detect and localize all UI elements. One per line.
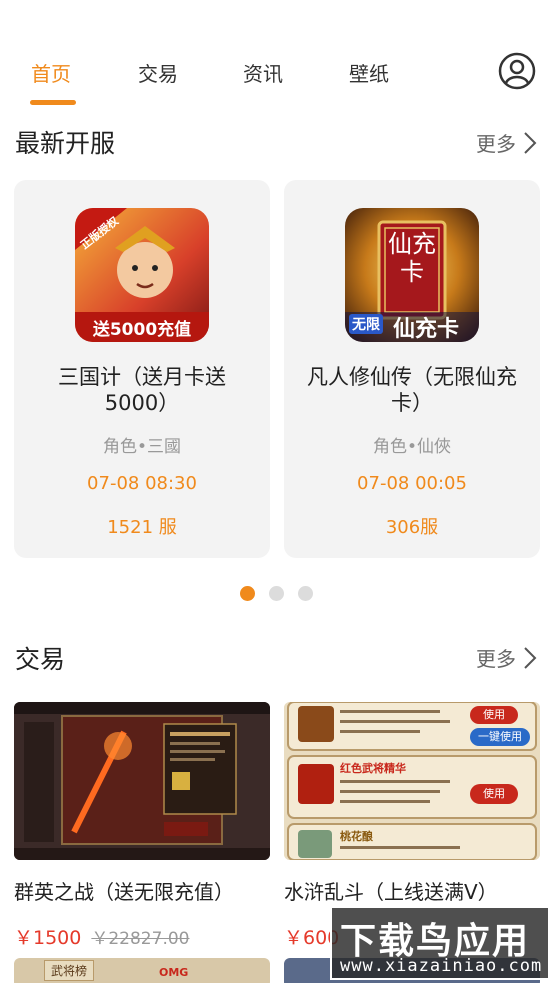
trade-screenshot <box>14 702 270 860</box>
icon-banner: 仙充卡 <box>393 316 460 342</box>
user-circle-icon[interactable] <box>498 52 536 90</box>
server-card[interactable]: 仙充卡 无限 仙充卡 凡人修仙传（无限仙充卡） 角色•仙俠 07-08 00:0… <box>284 180 540 558</box>
game-genre: 角色•仙俠 <box>372 437 452 457</box>
use-button: 使用 <box>470 706 518 724</box>
more-trade-link[interactable]: 更多 <box>476 643 538 672</box>
pager-dot[interactable] <box>269 586 284 601</box>
icon-banner: 送5000充值 <box>92 320 192 340</box>
top-tab-bar: 首页 交易 资讯 壁纸 <box>0 0 553 110</box>
server-number: 306服 <box>385 517 439 538</box>
more-label: 更多 <box>476 132 516 156</box>
tab-home[interactable]: 首页 <box>31 58 71 87</box>
trade-screenshot: 使用 一键使用 红色武将精华 使用 桃花酿 <box>284 702 540 860</box>
tab-news[interactable]: 资讯 <box>243 58 283 87</box>
game-icon-fanren: 仙充卡 无限 仙充卡 <box>345 208 479 342</box>
omg-label: OMG <box>159 966 189 979</box>
trade-prices: ￥1500 ￥22827.00 <box>14 923 270 950</box>
tab-wallpaper[interactable]: 壁纸 <box>349 58 389 87</box>
carousel-pager <box>240 586 313 601</box>
chevron-right-icon <box>524 131 537 154</box>
use-all-button: 一键使用 <box>470 728 530 746</box>
game-icon-sanguoji: 正版授权 送5000充值 <box>75 208 209 342</box>
server-open-time: 07-08 00:05 <box>357 473 467 494</box>
site-watermark: 下载鸟应用 www.xiazainiao.com <box>330 906 550 980</box>
trade-title: 水浒乱斗（上线送满V） <box>284 880 498 904</box>
use-button: 使用 <box>470 784 518 804</box>
server-open-time: 07-08 08:30 <box>87 473 197 494</box>
trade-original-price: ￥22827.00 <box>91 929 190 949</box>
icon-banner-small: 无限 <box>349 314 383 334</box>
trade-card[interactable]: 群英之战（送无限充值） ￥1500 ￥22827.00 <box>14 702 270 950</box>
server-number: 1521 服 <box>107 517 177 538</box>
trade-screenshot-partial[interactable]: 武将榜 OMG <box>14 958 270 983</box>
game-name: 凡人修仙传（无限仙充卡） <box>307 365 517 415</box>
item-name: 红色武将精华 <box>340 762 406 775</box>
watermark-url: www.xiazainiao.com <box>340 956 543 976</box>
chevron-right-icon <box>524 646 537 669</box>
more-new-servers-link[interactable]: 更多 <box>476 128 538 157</box>
server-card[interactable]: 正版授权 送5000充值 三国计（送月卡送5000） 角色•三國 07-08 0… <box>14 180 270 558</box>
trade-price: ￥1500 <box>14 927 82 949</box>
item-name: 桃花酿 <box>340 830 373 843</box>
trade-title: 群英之战（送无限充值） <box>14 880 234 904</box>
section-title-trade: 交易 <box>15 645 66 674</box>
pager-dot[interactable] <box>240 586 255 601</box>
ranking-label: 武将榜 <box>44 960 95 981</box>
pager-dot[interactable] <box>298 586 313 601</box>
active-tab-indicator <box>30 100 76 105</box>
more-label: 更多 <box>476 647 516 671</box>
section-title-new-servers: 最新开服 <box>15 129 116 158</box>
game-genre: 角色•三國 <box>102 437 182 457</box>
tab-trade[interactable]: 交易 <box>138 58 178 87</box>
game-name: 三国计（送月卡送5000） <box>58 365 226 415</box>
icon-card-text: 仙充卡 <box>388 230 436 286</box>
